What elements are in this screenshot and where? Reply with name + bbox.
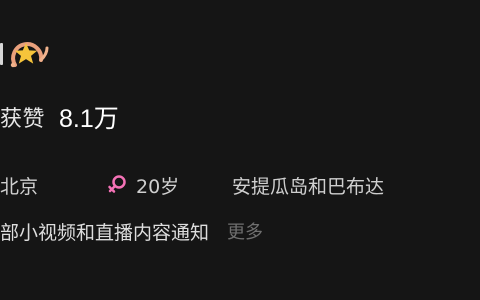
- location-text: 北京: [0, 175, 39, 198]
- likes-label: 获赞: [0, 107, 46, 132]
- notification-text: 部小视频和直播内容通知: [0, 221, 210, 244]
- likes-row: 获赞 8.1万: [0, 100, 119, 134]
- location-tag: 北京: [0, 170, 38, 200]
- profile-meta-row: 北京 20岁 安提瓜岛和巴布达: [0, 170, 480, 200]
- clipped-name-edge: [0, 43, 3, 65]
- age-text: 20岁: [136, 175, 180, 198]
- likes-count: 8.1万: [59, 105, 119, 133]
- profile-badge-row: [0, 34, 60, 74]
- age-tag: 20岁: [106, 170, 179, 200]
- star-badge-icon[interactable]: [5, 34, 49, 74]
- more-link[interactable]: 更多: [227, 218, 263, 244]
- region-text: 安提瓜岛和巴布达: [232, 175, 385, 198]
- female-icon: [108, 175, 126, 193]
- region-tag: 安提瓜岛和巴布达: [232, 170, 384, 200]
- notification-row: 部小视频和直播内容通知 更多: [0, 216, 263, 246]
